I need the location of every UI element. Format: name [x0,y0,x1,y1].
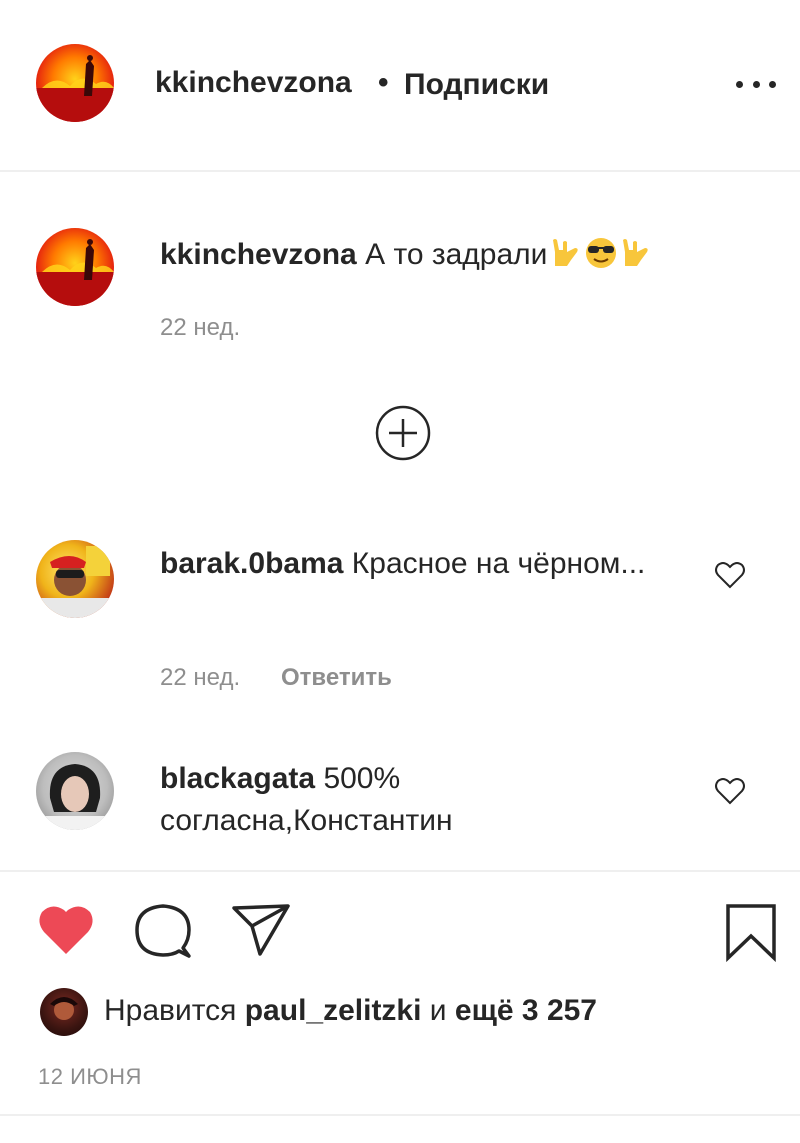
emoji-group [553,238,649,268]
caption-username[interactable]: kkinchevzona [160,238,357,271]
more-options-icon[interactable] [736,72,776,96]
caption: kkinchevzona А то задрали [160,236,653,280]
header-separator: • [378,66,389,99]
likes-middle: и [429,994,447,1027]
caption-text: А то задрали [365,238,548,271]
comment: blackagata 500% согласна,Константин [160,758,680,842]
sunglasses-face-icon [586,238,617,268]
dot-icon [769,80,776,88]
dot-icon [736,80,743,88]
like-heart-icon[interactable] [36,902,96,958]
post-actions: Нравится paul_zelitzki и ещё 3 257 12 ИЮ… [0,870,800,1120]
plus-circle-icon[interactable] [375,405,431,461]
liker-username[interactable]: paul_zelitzki [245,994,422,1027]
comment-avatar[interactable] [36,540,114,618]
comment-icon[interactable] [133,902,193,960]
heart-outline-icon[interactable] [714,560,746,590]
post-date[interactable]: 12 ИЮНЯ [38,1064,142,1090]
heart-outline-icon[interactable] [714,776,746,806]
post-header: kkinchevzona • Подписки [0,0,800,172]
bookmark-icon[interactable] [724,902,778,962]
caption-emojis [549,236,653,280]
sign-of-horns-icon [553,239,579,266]
follow-button[interactable]: Подписки [404,68,549,102]
divider [0,1114,800,1116]
author-avatar[interactable] [36,44,114,122]
comment-avatar[interactable] [36,752,114,830]
comment-username[interactable]: barak.0bama [160,547,343,580]
likes-summary: Нравится paul_zelitzki и ещё 3 257 [104,994,597,1028]
comment-text: Красное на чёрном... [351,547,646,580]
liker-avatar[interactable] [40,988,88,1036]
dot-icon [752,80,760,88]
sign-of-horns-icon [623,239,649,266]
reply-button[interactable]: Ответить [281,664,392,692]
paper-plane-icon[interactable] [230,902,292,958]
header-username[interactable]: kkinchevzona [155,66,352,100]
likes-count[interactable]: ещё 3 257 [455,994,597,1027]
likes-prefix: Нравится [104,994,237,1027]
comment-username[interactable]: blackagata [160,762,315,795]
comments-list: barak.0bama Красное на чёрном... 22 нед.… [0,500,800,870]
comment: barak.0bama Красное на чёрном... [160,543,680,585]
caption-time: 22 нед. [160,314,241,341]
caption-avatar[interactable] [36,228,114,306]
comment-time: 22 нед. [160,664,241,691]
